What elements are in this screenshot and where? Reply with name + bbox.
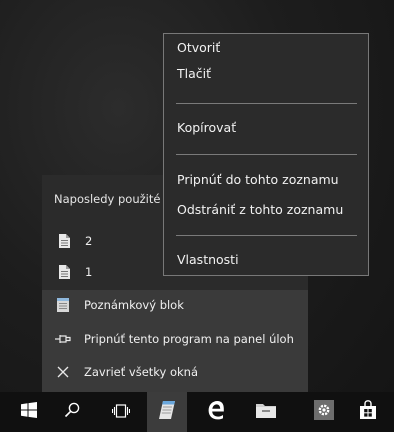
task-label: Poznámkový blok — [84, 298, 184, 312]
settings-button[interactable] — [304, 392, 344, 432]
menu-separator — [176, 235, 357, 236]
task-view-icon — [111, 403, 131, 422]
task-pin-to-taskbar[interactable]: Pripnúť tento program na panel úloh — [42, 325, 308, 353]
menu-item-remove-from-list[interactable]: Odstrániť z tohto zoznamu — [177, 202, 343, 217]
menu-item-print[interactable]: Tlačiť — [177, 66, 211, 81]
menu-item-copy[interactable]: Kopírovať — [177, 120, 236, 135]
recent-item-label: 2 — [85, 234, 93, 248]
edge-icon — [206, 400, 226, 424]
menu-item-pin-to-list[interactable]: Pripnúť do tohto zoznamu — [177, 172, 339, 187]
task-label: Zavrieť všetky okná — [84, 365, 199, 379]
search-button[interactable] — [52, 392, 92, 432]
menu-item-properties[interactable]: Vlastnosti — [177, 252, 239, 267]
store-icon — [359, 400, 377, 424]
menu-separator — [176, 154, 357, 155]
settings-icon — [314, 400, 334, 424]
search-icon — [64, 402, 80, 422]
taskbar — [0, 392, 394, 432]
file-explorer-icon — [256, 402, 276, 422]
task-view-button[interactable] — [101, 392, 141, 432]
windows-start-icon — [21, 402, 37, 422]
store-button[interactable] — [348, 392, 388, 432]
file-explorer-button[interactable] — [246, 392, 286, 432]
notepad-taskbar-button[interactable] — [147, 392, 187, 432]
document-icon — [56, 264, 72, 280]
edge-button[interactable] — [196, 392, 236, 432]
notepad-icon — [55, 297, 71, 313]
jump-list-tasks: Poznámkový blok Pripnúť tento program na… — [42, 290, 308, 392]
context-menu: Otvoriť Tlačiť Kopírovať Pripnúť do toht… — [163, 33, 369, 276]
task-close-all-windows[interactable]: Zavrieť všetky okná — [42, 358, 308, 386]
menu-separator — [176, 103, 357, 104]
start-button[interactable] — [9, 392, 49, 432]
menu-item-open[interactable]: Otvoriť — [177, 40, 220, 55]
document-icon — [56, 233, 72, 249]
task-notepad[interactable]: Poznámkový blok — [42, 291, 308, 319]
recent-header: Naposledy použité — [54, 192, 161, 206]
notepad-icon — [157, 400, 177, 424]
task-label: Pripnúť tento program na panel úloh — [84, 332, 294, 346]
pin-icon — [55, 331, 71, 347]
close-icon — [55, 364, 71, 380]
recent-item-label: 1 — [85, 265, 93, 279]
